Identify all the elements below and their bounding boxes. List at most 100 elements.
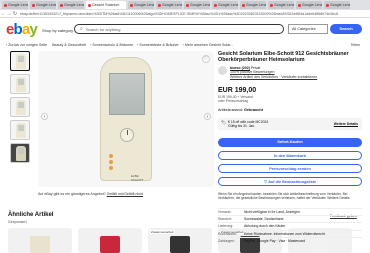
browser-tab[interactable]: Google Lens (240, 1, 266, 9)
similar-item-image (100, 236, 120, 253)
favicon-icon (242, 3, 245, 7)
favicon-icon (130, 3, 133, 7)
lamp-window (109, 73, 145, 115)
browser-tab[interactable]: Google Lens (324, 1, 350, 9)
feedback-link[interactable]: Gefällt mir/Gefällt nicht (107, 192, 143, 196)
info-row: Lieferung: Abholung durch den Käufer (218, 222, 362, 229)
browser-address-bar: ← → ↻ ebay.de/itm/1135340321?_trkparms=a… (0, 10, 370, 18)
breadcrumb-item[interactable]: Beauty & Gesundheit (52, 43, 86, 47)
price-details: EUR 199,00 + Versand oder Preisvorschlag (218, 95, 253, 104)
info-row-label: Zahlungen: (218, 238, 235, 243)
info-row: Zahlungen: PayPal · Google Pay · Visa · M… (218, 236, 362, 244)
browser-tab[interactable]: Google Lens (296, 1, 322, 9)
site-header: ebay Shop by category ⌕ Search for anyth… (0, 18, 370, 42)
similar-item-card[interactable] (8, 228, 72, 253)
info-row-value: Nicht verfügbar in Ihr Land, Anzeigen (244, 210, 300, 214)
buyer-info-text: Wenn Sie ein Angebot kaufen, bezahlen Si… (218, 192, 350, 201)
watch-heart-icon[interactable]: ♡ (202, 55, 210, 63)
buy-now-button[interactable]: Sofort-Kaufen (218, 138, 362, 147)
back-link[interactable]: ‹ Zurück zur vorigen Seite (6, 43, 47, 47)
browser-tab[interactable]: Google Lens (268, 1, 294, 9)
breadcrumb-item[interactable]: Sonnenbänke & Bräuner (139, 43, 178, 47)
thumbnail[interactable] (10, 74, 30, 94)
thumbnail[interactable] (10, 51, 30, 71)
sponsored-label: Gesponsert (8, 220, 27, 224)
control-knob (109, 160, 113, 164)
category-select[interactable]: All Categories (288, 24, 328, 34)
seller-name[interactable]: bueso (202) (230, 66, 250, 70)
tab-label: Gesicht Solarium (92, 3, 120, 7)
search-button[interactable]: Search (330, 24, 362, 34)
breadcrumb-item[interactable]: Sonnenschutz & Bräunen (92, 43, 133, 47)
condition: Artikelzustand: Gebraucht (218, 108, 263, 112)
make-offer-button[interactable]: Preisvorschlag senden (218, 164, 362, 173)
tab-label: Google Lens (36, 3, 56, 7)
next-image-icon[interactable]: › (204, 113, 211, 120)
shipping-info-table: Versand: Nicht verfügbar in Ihr Land, Anz… (218, 208, 362, 244)
thumbnail[interactable] (10, 97, 30, 117)
seller-info: bueso (202) Privat 100% positive Bewertu… (218, 66, 317, 79)
info-row-label: Standort: (218, 217, 232, 222)
timer-dial (120, 128, 134, 142)
url-field[interactable]: ebay.de/itm/1135340321?_trkparms=amclksr… (20, 12, 370, 16)
favicon-icon (32, 3, 35, 7)
tab-label: Google Lens (64, 3, 84, 7)
info-row: Versand: Nicht verfügbar in Ihr Land, Anz… (218, 208, 362, 215)
seller-links[interactable]: Weitere Artikel des Verkäufers · Verkäuf… (230, 75, 317, 79)
tab-label: Google Lens (8, 3, 28, 7)
seller-rating[interactable]: 100% positive Bewertungen (230, 70, 275, 74)
price: EUR 199,00 (218, 87, 257, 94)
similar-item-card[interactable] (78, 228, 142, 253)
seller-tag: Privat (250, 66, 261, 70)
search-input[interactable]: ⌕ Search for anything (74, 24, 284, 34)
info-row: Rücknahme: Keine Rücknahme. Informationen… (218, 229, 362, 237)
similar-item-card[interactable]: Zusammenarbeit (148, 228, 212, 253)
breadcrumb-item[interactable]: Mehr ansehen Gesicht Solar... (185, 43, 233, 47)
reload-icon[interactable]: ↻ (12, 11, 18, 17)
thumbnail[interactable] (10, 120, 30, 140)
similar-items-heading: Ähnliche Artikel (8, 212, 54, 218)
search-icon: ⌕ (80, 26, 83, 32)
favicon-icon (158, 3, 161, 7)
browser-tab[interactable]: Gesicht Solarium (86, 1, 126, 9)
coupon-details-link[interactable]: Weitere Details (334, 122, 358, 126)
info-row-label: Rücknahme: (218, 231, 238, 236)
info-row-value: Sonnewalde, Deutschland (244, 217, 284, 222)
thumbnail-list (10, 51, 32, 166)
avatar[interactable] (218, 66, 227, 75)
info-row-value: Abholung durch den Käufer (244, 224, 286, 229)
breadcrumb: ‹ Zurück zur vorigen Seite Beauty & Gesu… (6, 43, 234, 47)
tab-label: Google Lens (162, 3, 182, 7)
similar-item-image (170, 236, 190, 253)
browser-tab[interactable]: Google Lens (156, 1, 182, 9)
browser-tab[interactable]: Google Lens (30, 1, 56, 9)
browser-tab[interactable]: Google Lens (184, 1, 210, 9)
main-product-image[interactable]: ‹ › ♡ ELBE SCHOTT (38, 51, 214, 187)
share-link[interactable]: Teilen (351, 43, 360, 47)
browser-tab-strip: Google Lens Google Lens Google Lens Gesicht… (0, 0, 370, 10)
browser-tab[interactable]: Google Lens (128, 1, 154, 9)
control-knob (109, 166, 113, 170)
favicon-icon (326, 3, 329, 7)
add-to-cart-button[interactable]: In den Warenkorb (218, 151, 362, 160)
add-to-watchlist-button[interactable]: ♡ Auf die Beobachtungsliste (218, 177, 362, 186)
info-row-label: Lieferung: (218, 224, 234, 229)
search-placeholder: Search for anything (85, 26, 121, 32)
tab-label: Google Lens (274, 3, 294, 7)
solarium-device-picture: ELBE SCHOTT (100, 57, 152, 182)
shop-by-category-button[interactable]: Shop by category (42, 28, 73, 33)
card-badge: Zusammenarbeit (150, 230, 175, 234)
tab-label: Google Lens (134, 3, 154, 7)
browser-tab[interactable]: Google Lens (58, 1, 84, 9)
browser-tab[interactable]: Google Lens (212, 1, 238, 9)
favicon-icon (214, 3, 217, 7)
tab-label: Google Lens (302, 3, 322, 7)
tab-label: Google Lens (218, 3, 238, 7)
previous-image-icon[interactable]: ‹ (41, 113, 48, 120)
thumbnail[interactable] (10, 143, 30, 163)
ebay-logo[interactable]: ebay (6, 21, 38, 38)
browser-tab[interactable]: Google Lens (2, 1, 28, 9)
info-row: Standort: Sonnewalde, Deutschland (218, 215, 362, 222)
tag-icon: 🏷 (221, 120, 227, 125)
info-row-value: PayPal · Google Pay · Visa · Mastercard (244, 238, 305, 243)
